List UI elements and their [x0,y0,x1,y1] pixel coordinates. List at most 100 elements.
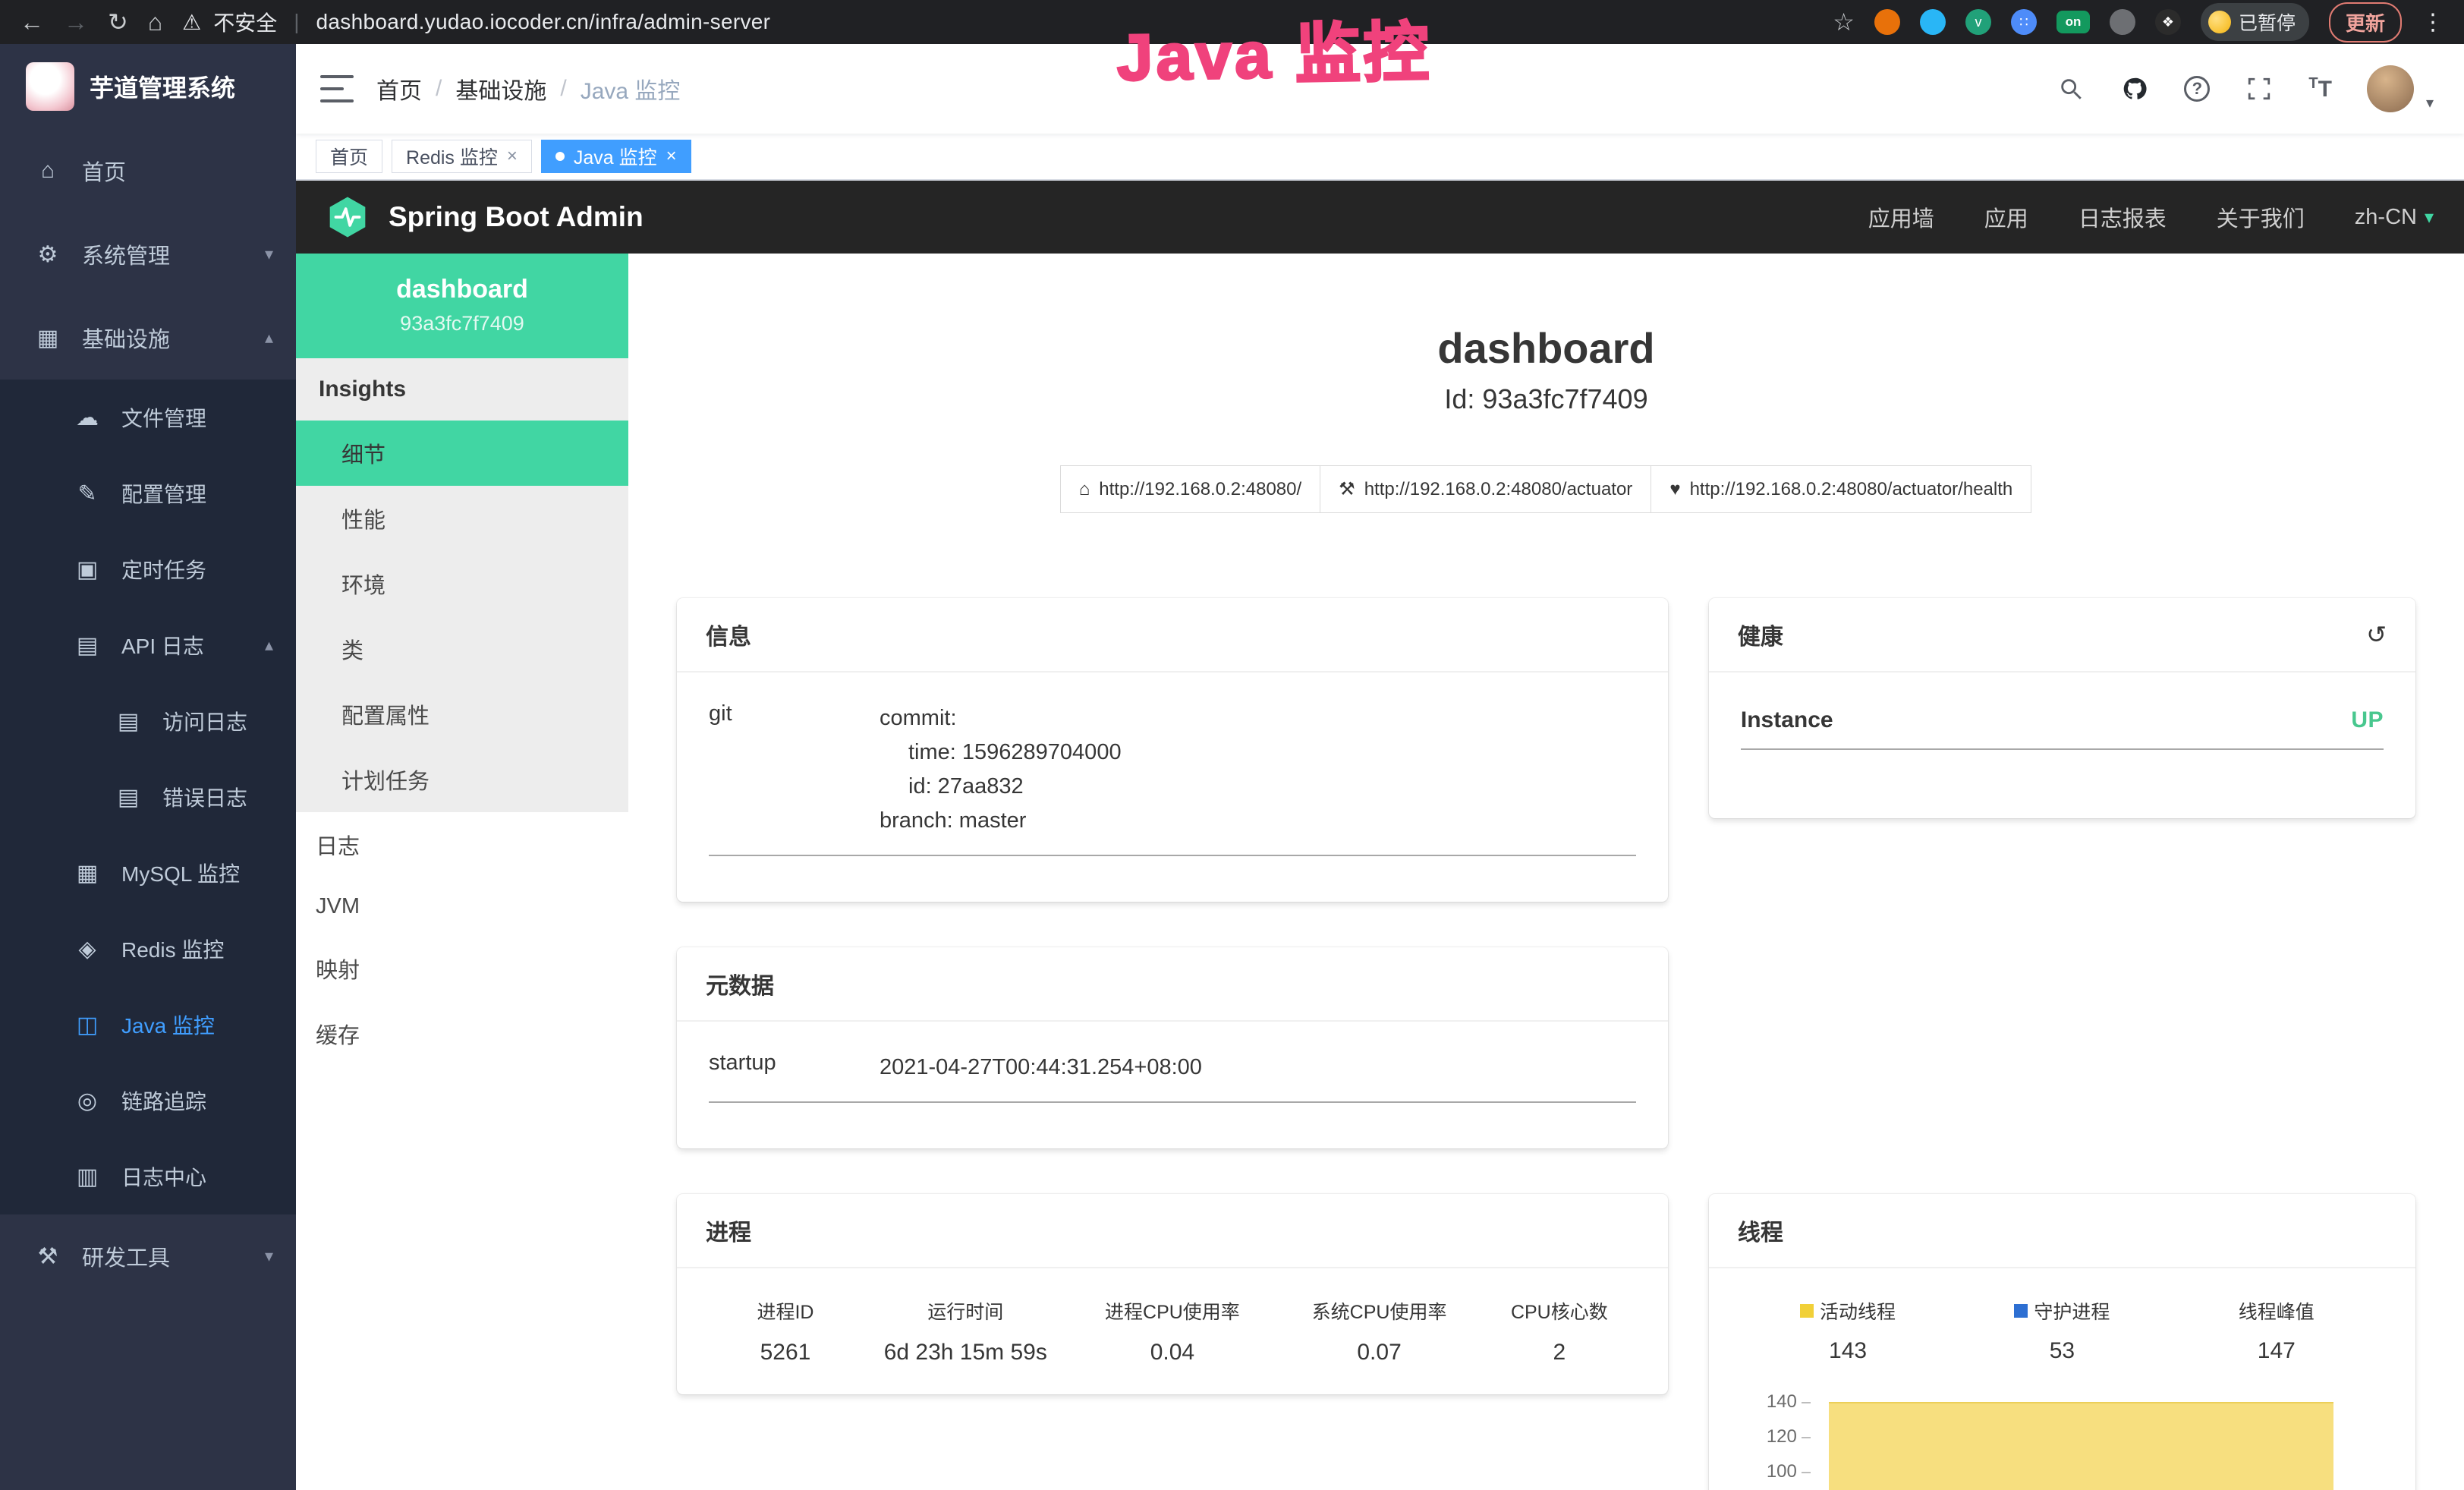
github-icon[interactable] [2120,74,2149,103]
sba-nav-wallboard[interactable]: 应用墙 [1868,201,1934,233]
sba-main: dashboard Id: 93a3fc7f7409 ⌂ http://192.… [628,254,2464,1490]
wrench-icon: ⚒ [1339,478,1355,500]
process-col-label: 系统CPU使用率 [1276,1297,1483,1325]
extension-on-badge[interactable]: on [2056,11,2090,33]
address-bar[interactable]: ⚠ 不安全 | dashboard.yudao.iocoder.cn/infra… [182,7,1813,37]
sba-nav-journal[interactable]: 日志报表 [2079,201,2167,233]
fullscreen-icon[interactable] [2245,74,2274,103]
actuator-url-button[interactable]: ⚒ http://192.168.0.2:48080/actuator [1320,465,1651,513]
close-icon[interactable]: × [507,146,518,167]
extension-puzzle-icon[interactable]: ❖ [2155,9,2181,35]
breadcrumb-separator: / [436,76,442,102]
sidebar-item-file-mgmt[interactable]: ☁ 文件管理 [0,380,296,455]
sidebar-item-access-logs[interactable]: ▤ 访问日志 [0,683,296,759]
user-avatar[interactable] [2367,65,2414,112]
annotation-java-monitor: Java 监控 [1116,0,1432,99]
tab-home[interactable]: 首页 [316,140,382,173]
sba-insights-group: Insights 细节 性能 环境 类 配置属性 计划任务 [296,358,628,812]
gear-icon: ⚙ [33,241,62,268]
ytick-140: 140 [1741,1393,1811,1411]
sidebar-item-tracing[interactable]: ◎ 链路追踪 [0,1063,296,1139]
breadcrumb-infrastructure[interactable]: 基础设施 [455,72,546,106]
paused-label: 已暂停 [2239,8,2296,36]
cards-grid: 信息 git commit: time: 1596289704000 id: 2… [677,598,2415,1490]
update-button[interactable]: 更新 [2329,2,2402,43]
extension-icon-5[interactable] [2110,9,2135,35]
refresh-icon[interactable]: ↻ [108,8,128,36]
url-text[interactable]: dashboard.yudao.iocoder.cn/infra/admin-s… [316,10,771,34]
sidebar-item-java-monitor[interactable]: ◫ Java 监控 [0,987,296,1063]
extension-icon-3[interactable]: v [1965,9,1991,35]
legend-value: 53 [1955,1338,2169,1364]
chevron-up-icon: ▴ [265,635,273,655]
tab-java-monitor[interactable]: Java 监控 × [541,140,691,173]
sidebar-item-log-center[interactable]: ▥ 日志中心 [0,1139,296,1214]
sba-item-jvm[interactable]: JVM [296,877,628,936]
edit-icon: ✎ [73,480,102,507]
health-url: http://192.168.0.2:48080/actuator/health [1690,479,2013,500]
sba-item-metrics[interactable]: 性能 [296,486,628,551]
sidebar-item-redis-monitor[interactable]: ◈ Redis 监控 [0,911,296,987]
info-key: git [709,701,880,838]
back-icon[interactable]: ← [20,8,44,36]
bookmark-star-icon[interactable]: ☆ [1833,8,1855,36]
forward-icon[interactable]: → [64,8,88,36]
sba-sidebar: dashboard 93a3fc7f7409 Insights 细节 性能 环境… [296,254,628,1490]
sidebar-item-api-logs[interactable]: ▤ API 日志 ▴ [0,607,296,683]
history-icon[interactable]: ↺ [2366,620,2387,649]
search-icon[interactable] [2056,74,2085,103]
file-icon: ☁ [73,405,102,431]
instance-title: dashboard [677,323,2415,373]
sba-nav-about[interactable]: 关于我们 [2217,201,2305,233]
extension-icon-1[interactable] [1874,9,1900,35]
close-icon[interactable]: × [666,146,677,167]
git-commit-id: id: 27aa832 [880,770,1636,804]
sba-item-environment[interactable]: 环境 [296,551,628,616]
tab-redis-monitor[interactable]: Redis 监控 × [392,140,532,173]
extension-icon-4[interactable]: ∷ [2011,9,2037,35]
browser-menu-icon[interactable]: ⋮ [2422,9,2444,36]
metadata-value: 2021-04-27T00:44:31.254+08:00 [880,1051,1636,1085]
sba-instance-header[interactable]: dashboard 93a3fc7f7409 [296,254,628,358]
sidebar-item-dev-tools[interactable]: ⚒ 研发工具 ▾ [0,1214,296,1298]
sidebar-item-error-logs[interactable]: ▤ 错误日志 [0,759,296,835]
sidebar-item-home[interactable]: ⌂ 首页 [0,129,296,213]
extension-icon-2[interactable] [1920,9,1946,35]
sba-item-scheduled-tasks[interactable]: 计划任务 [296,747,628,812]
sba-item-mappings[interactable]: 映射 [296,936,628,1001]
hamburger-icon[interactable] [320,75,354,102]
sba-item-details[interactable]: 细节 [296,421,628,486]
sidebar-item-scheduled-tasks[interactable]: ▣ 定时任务 [0,531,296,607]
sidebar-item-label: Java 监控 [121,1010,215,1040]
legend-daemon-threads: 守护进程 53 [1955,1297,2169,1364]
legend-live-threads: 活动线程 143 [1741,1297,1955,1364]
java-monitor-icon: ◫ [73,1012,102,1038]
sba-item-classes[interactable]: 类 [296,616,628,682]
font-size-icon[interactable]: TT [2308,75,2332,102]
chevron-up-icon: ▴ [265,328,273,348]
browser-home-icon[interactable]: ⌂ [148,8,162,36]
process-col-pid: 进程ID 5261 [709,1297,862,1366]
chevron-down-icon: ▾ [265,244,273,264]
help-icon[interactable]: ? [2184,76,2210,102]
service-url-button[interactable]: ⌂ http://192.168.0.2:48080/ [1060,465,1320,513]
paused-badge[interactable]: 已暂停 [2201,3,2309,41]
sba-nav-applications[interactable]: 应用 [1984,201,2028,233]
info-value: commit: time: 1596289704000 id: 27aa832 … [880,701,1636,838]
breadcrumb-home[interactable]: 首页 [376,72,422,106]
content-column: 首页 / 基础设施 / Java 监控 ? TT ▾ [296,44,2464,1490]
locale-select[interactable]: zh-CN ▾ [2355,205,2434,230]
sba-item-config-props[interactable]: 配置属性 [296,682,628,747]
sba-item-caches[interactable]: 缓存 [296,1001,628,1066]
app-logo[interactable]: 芋道管理系统 [0,44,296,129]
sidebar-item-mysql-monitor[interactable]: ▦ MySQL 监控 [0,835,296,911]
sba-item-logs[interactable]: 日志 [296,812,628,877]
avatar-caret-icon[interactable]: ▾ [2426,93,2434,112]
sidebar-item-infrastructure[interactable]: ▦ 基础设施 ▴ [0,296,296,380]
sidebar-item-system-mgmt[interactable]: ⚙ 系统管理 ▾ [0,213,296,296]
sidebar-item-config-mgmt[interactable]: ✎ 配置管理 [0,455,296,531]
metadata-row: startup 2021-04-27T00:44:31.254+08:00 [709,1051,1636,1103]
info-card: 信息 git commit: time: 1596289704000 id: 2… [677,598,1668,902]
info-card-title: 信息 [706,618,751,651]
health-url-button[interactable]: ♥ http://192.168.0.2:48080/actuator/heal… [1651,465,2031,513]
